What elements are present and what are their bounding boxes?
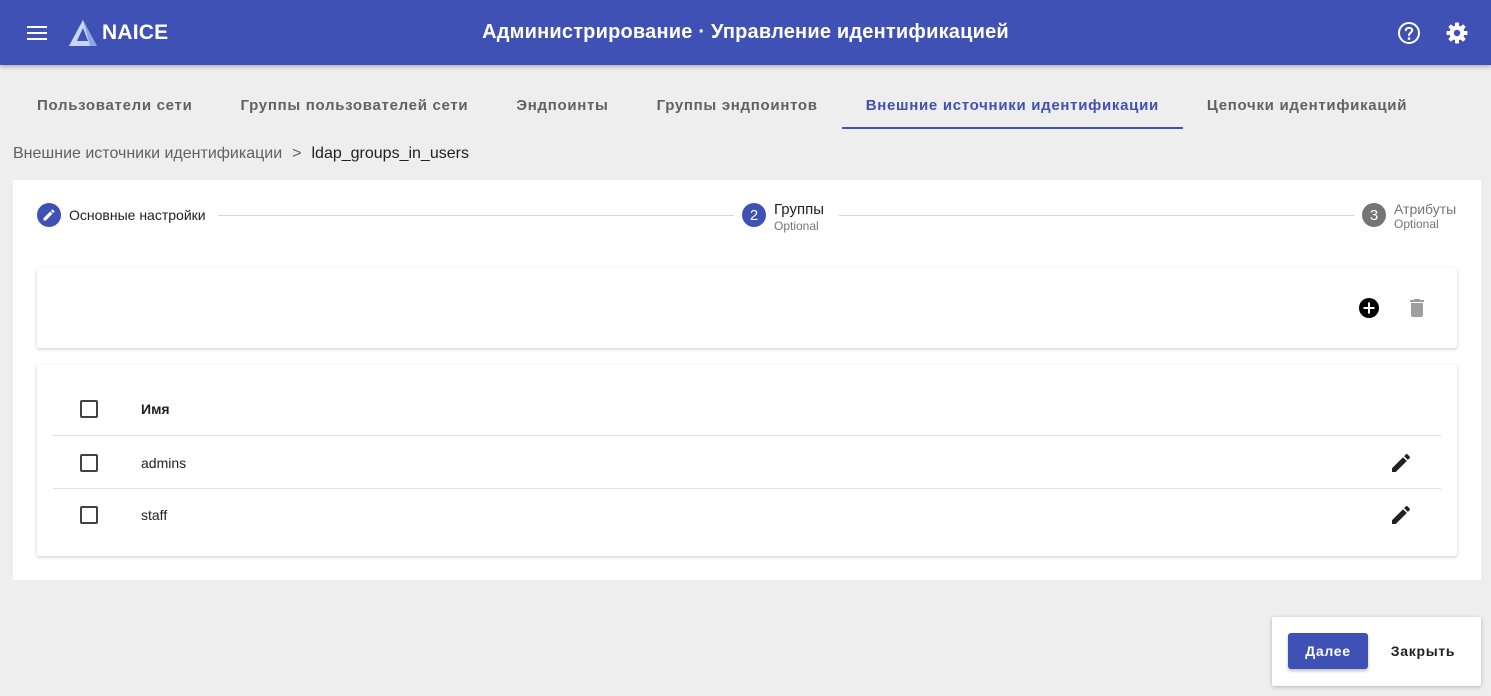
tab-network-user-groups[interactable]: Группы пользователей сети — [217, 81, 493, 129]
column-header-name[interactable]: Имя — [141, 401, 170, 417]
help-icon[interactable] — [1396, 20, 1422, 46]
page-title: Администрирование · Управление идентифик… — [482, 21, 1009, 43]
close-button[interactable]: Закрыть — [1380, 633, 1466, 669]
select-all-checkbox[interactable] — [80, 400, 98, 418]
tab-endpoints[interactable]: Эндпоинты — [492, 81, 632, 129]
step-1-pencil-icon[interactable] — [37, 203, 61, 227]
trash-icon[interactable] — [1405, 296, 1429, 320]
step-2-number[interactable]: 2 — [742, 203, 766, 227]
tab-endpoint-groups[interactable]: Группы эндпоинтов — [633, 81, 842, 129]
row-name: admins — [141, 455, 187, 471]
add-circle-icon[interactable] — [1357, 296, 1381, 320]
gear-icon[interactable] — [1444, 20, 1470, 46]
groups-table: Имя admins staff — [37, 365, 1457, 556]
breadcrumb-parent-link[interactable]: Внешние источники идентификации — [13, 145, 282, 163]
step-connector-2 — [839, 215, 1354, 216]
row-checkbox[interactable] — [80, 454, 98, 472]
step-3-number[interactable]: 3 — [1362, 203, 1386, 227]
step-3-label[interactable]: Атрибуты — [1394, 201, 1456, 217]
breadcrumb-separator: > — [292, 145, 302, 162]
top-app-bar: NAICE Администрирование · Управление иде… — [0, 0, 1491, 65]
groups-toolbar — [37, 268, 1457, 348]
breadcrumb: Внешние источники идентификации > ldap_g… — [13, 145, 469, 163]
edit-pencil-icon[interactable] — [1389, 451, 1413, 475]
edit-pencil-icon[interactable] — [1389, 503, 1413, 527]
table-row[interactable]: staff — [53, 489, 1441, 541]
tab-external-identity-sources[interactable]: Внешние источники идентификации — [841, 81, 1184, 129]
table-header-row: Имя — [53, 385, 1441, 436]
tab-network-users[interactable]: Пользователи сети — [13, 81, 217, 129]
wizard-actions: Далее Закрыть — [1272, 617, 1481, 686]
tab-identity-chains[interactable]: Цепочки идентификаций — [1183, 81, 1431, 129]
step-2-optional: Optional — [774, 219, 819, 233]
step-1-label[interactable]: Основные настройки — [69, 207, 206, 223]
main-card: Основные настройки 2 Группы Optional 3 А… — [13, 180, 1481, 580]
table-row[interactable]: admins — [53, 437, 1441, 489]
stepper: Основные настройки 2 Группы Optional 3 А… — [37, 201, 1457, 233]
next-button[interactable]: Далее — [1288, 633, 1368, 669]
step-2-label[interactable]: Группы — [774, 201, 824, 218]
row-name: staff — [141, 507, 168, 523]
breadcrumb-current: ldap_groups_in_users — [311, 145, 469, 162]
row-checkbox[interactable] — [80, 506, 98, 524]
step-3-optional: Optional — [1394, 217, 1439, 231]
step-connector-1 — [218, 215, 734, 216]
tab-bar: Пользователи сети Группы пользователей с… — [13, 81, 1431, 129]
